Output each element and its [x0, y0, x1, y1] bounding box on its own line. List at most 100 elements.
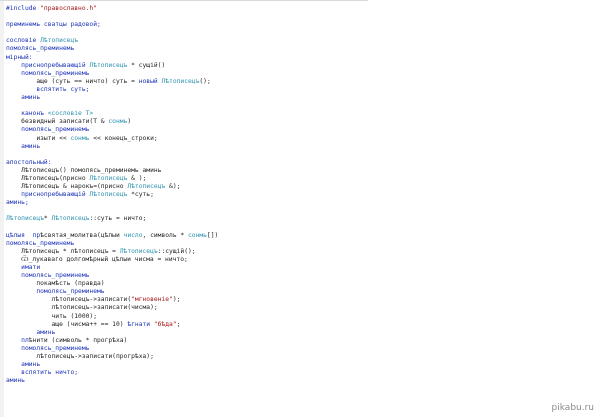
code-line: имати — [6, 264, 218, 272]
code-token: помолясь_преминемь — [36, 288, 105, 296]
code-line: помолясь_преминемь — [6, 45, 218, 53]
code-token: Лѣтописецъ * лѣтописецъ = — [21, 247, 120, 255]
code-line: лѣтописецъ->записати(прогрѣха); — [6, 353, 218, 361]
code-token: &); — [165, 183, 181, 191]
code-line: чить (1000); — [6, 313, 218, 321]
code-line: сословіе Лѣтописецъ — [6, 37, 218, 45]
code-token: Лѣтописецъ — [89, 191, 128, 199]
code-token: изыти << — [36, 134, 71, 142]
code-token: ѣгнати — [127, 320, 154, 328]
code-token: Лѣтописецъ — [127, 183, 166, 191]
code-token: & ); — [127, 174, 147, 182]
code-token: аминь — [21, 94, 41, 102]
code-line: аминь — [6, 94, 218, 102]
code-token: лѣтописецъ->записати(прогрѣха); — [36, 353, 154, 361]
code-token: вспятить суть; — [36, 85, 90, 93]
code-line: помолясь_преминемь — [6, 240, 218, 248]
code-line: помолясь_преминемь — [6, 70, 218, 78]
code-line: изыти << сонмь << конецъ_строки; — [6, 135, 218, 143]
code-line: плѣнити (символь * прогрѣха) — [6, 337, 218, 345]
code-token: пл — [21, 336, 29, 344]
code-line: покамѣсть (правда) — [6, 280, 218, 288]
code-line: безвидный записати(T & сонмь) — [6, 118, 218, 126]
code-token: аминь — [6, 377, 25, 385]
code-editor[interactable]: #include "православно.h" преминемь сватц… — [0, 0, 600, 417]
code-token: * сущій() — [127, 61, 166, 69]
code-line: аминь — [6, 143, 218, 151]
code-token: << конецъ_строки; — [89, 134, 158, 142]
code-token: (); — [199, 77, 211, 85]
code-token: аминь — [36, 328, 56, 336]
code-token: апостольный: — [6, 158, 52, 166]
code-token: аще (суть == ничто) суть = — [36, 77, 139, 85]
code-token: #include — [6, 5, 41, 12]
code-line: #include "православно.h" — [6, 5, 218, 13]
code-token: Лѣтописецъ — [40, 37, 79, 45]
code-token: ) — [127, 118, 132, 126]
code-text-area[interactable]: #include "православно.h" преминемь сватц… — [6, 5, 218, 385]
code-token: приснопребывающій — [21, 61, 90, 69]
code-token: сословіе — [6, 37, 41, 45]
code-token: , символь * — [142, 231, 188, 239]
code-token: аминь; — [6, 199, 29, 207]
code-line: помолясь_преминемь — [6, 272, 218, 280]
code-token: "православно.h" — [40, 5, 97, 12]
code-token: число — [123, 231, 143, 239]
code-line: аминь — [6, 329, 218, 337]
code-token: лѣтописецъ->записати( — [51, 296, 132, 304]
code-line: вспятить ничто; — [6, 369, 218, 377]
code-token: "мгновеніе" — [131, 296, 173, 304]
code-token: помолясь_преминемь — [21, 272, 90, 280]
code-token: Лѣтописецъ — [119, 247, 158, 255]
code-token: ; — [176, 320, 181, 328]
code-line: лѣтописецъ->записати(чисма); — [6, 304, 218, 312]
code-line: Ѿ_лукаваго долгомѣрный цѣлыи чисма = нич… — [6, 256, 218, 264]
code-token: новый — [138, 77, 162, 85]
code-token: Лѣтописецъ — [6, 215, 44, 223]
editor-gutter — [0, 0, 4, 417]
code-token: помолясь_преминемь — [21, 126, 90, 134]
code-line: мірный: — [6, 54, 218, 62]
code-line: Лѣтописецъ & нарокъ=(присно Лѣтописецъ &… — [6, 183, 218, 191]
code-token: ѣсвятая_молитва(цѣлыи — [40, 231, 124, 239]
code-line: апостольный: — [6, 159, 218, 167]
code-token: аминь — [21, 361, 41, 369]
code-line: аще (чисма++ == 10) ѣгнати "бѣда"; — [6, 321, 218, 329]
code-token: мірный: — [6, 53, 33, 61]
code-token: канонъ — [21, 110, 48, 118]
code-token: * — [43, 215, 52, 223]
code-token: Лѣтописецъ() помолясь_преминемь аминь — [21, 166, 162, 174]
code-line: Лѣтописецъ() помолясь_преминемь аминь — [6, 167, 218, 175]
code-token: аминь — [21, 142, 41, 150]
code-line: цѣлыя прѣсвятая_молитва(цѣлыи число, сим… — [6, 232, 218, 240]
code-token: ѣнити (символь * прогрѣха) — [28, 336, 128, 344]
code-token: ::суть = ничто; — [89, 215, 147, 223]
code-token: Лѣтописецъ — [89, 61, 128, 69]
code-token: Ѿ_лукаваго долгомѣрный цѣлыи чисма = нич… — [21, 255, 188, 263]
code-token: Лѣтописецъ — [161, 77, 200, 85]
code-token: чить (1000); — [51, 312, 98, 320]
code-token: аще (чисма++ == 10) — [51, 320, 128, 328]
